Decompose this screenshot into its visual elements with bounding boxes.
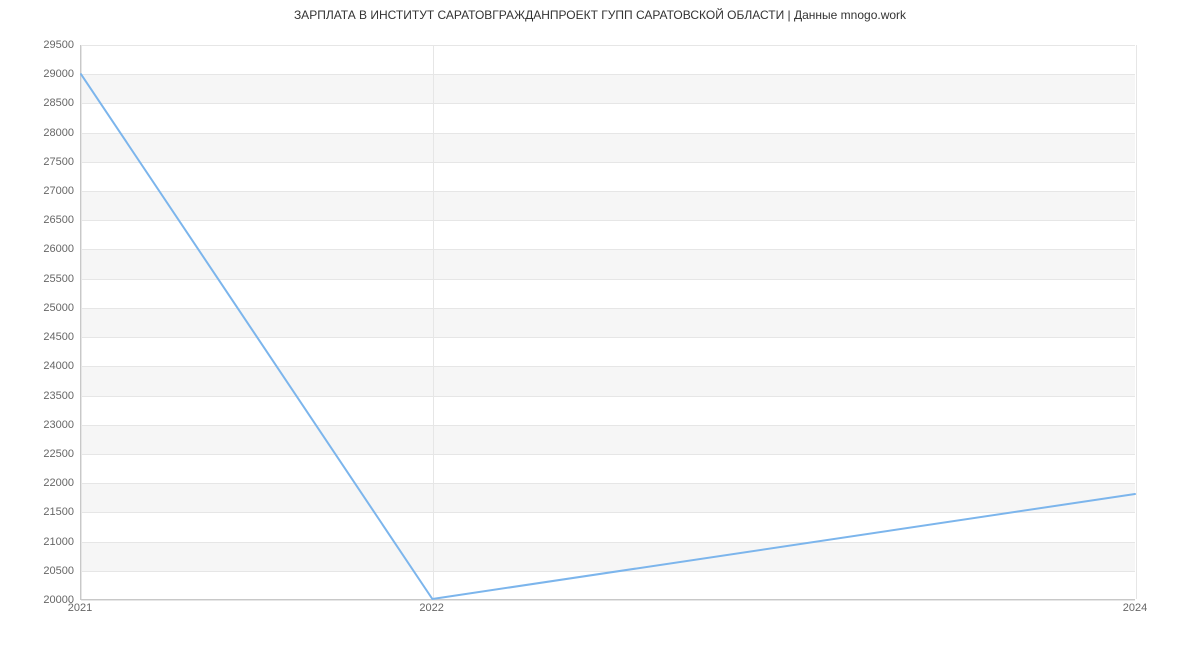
line-chart: ЗАРПЛАТА В ИНСТИТУТ САРАТОВГРАЖДАНПРОЕКТ… (0, 0, 1200, 650)
y-tick-label: 20000 (0, 594, 74, 606)
y-tick-label: 23000 (0, 419, 74, 431)
y-tick-label: 29500 (0, 39, 74, 51)
x-tick-label: 2022 (419, 602, 443, 614)
y-tick-label: 23500 (0, 390, 74, 402)
y-tick-label: 26500 (0, 214, 74, 226)
data-line (81, 45, 1135, 599)
y-axis-labels: 2000020500210002150022000225002300023500… (0, 45, 74, 600)
y-tick-label: 21000 (0, 536, 74, 548)
x-axis-labels: 202120222024 (80, 602, 1135, 622)
x-tick-label: 2021 (68, 602, 92, 614)
y-tick-label: 24500 (0, 331, 74, 343)
y-tick-label: 27000 (0, 185, 74, 197)
y-tick-label: 28000 (0, 127, 74, 139)
plot-area (80, 45, 1135, 600)
y-tick-label: 26000 (0, 243, 74, 255)
y-tick-label: 22500 (0, 448, 74, 460)
y-tick-label: 21500 (0, 506, 74, 518)
y-tick-label: 24000 (0, 360, 74, 372)
x-tick-label: 2024 (1123, 602, 1147, 614)
y-tick-label: 25000 (0, 302, 74, 314)
y-tick-label: 20500 (0, 565, 74, 577)
chart-title: ЗАРПЛАТА В ИНСТИТУТ САРАТОВГРАЖДАНПРОЕКТ… (0, 8, 1200, 22)
y-tick-label: 22000 (0, 477, 74, 489)
y-tick-label: 27500 (0, 156, 74, 168)
y-tick-label: 28500 (0, 97, 74, 109)
y-tick-label: 25500 (0, 273, 74, 285)
y-tick-label: 29000 (0, 68, 74, 80)
